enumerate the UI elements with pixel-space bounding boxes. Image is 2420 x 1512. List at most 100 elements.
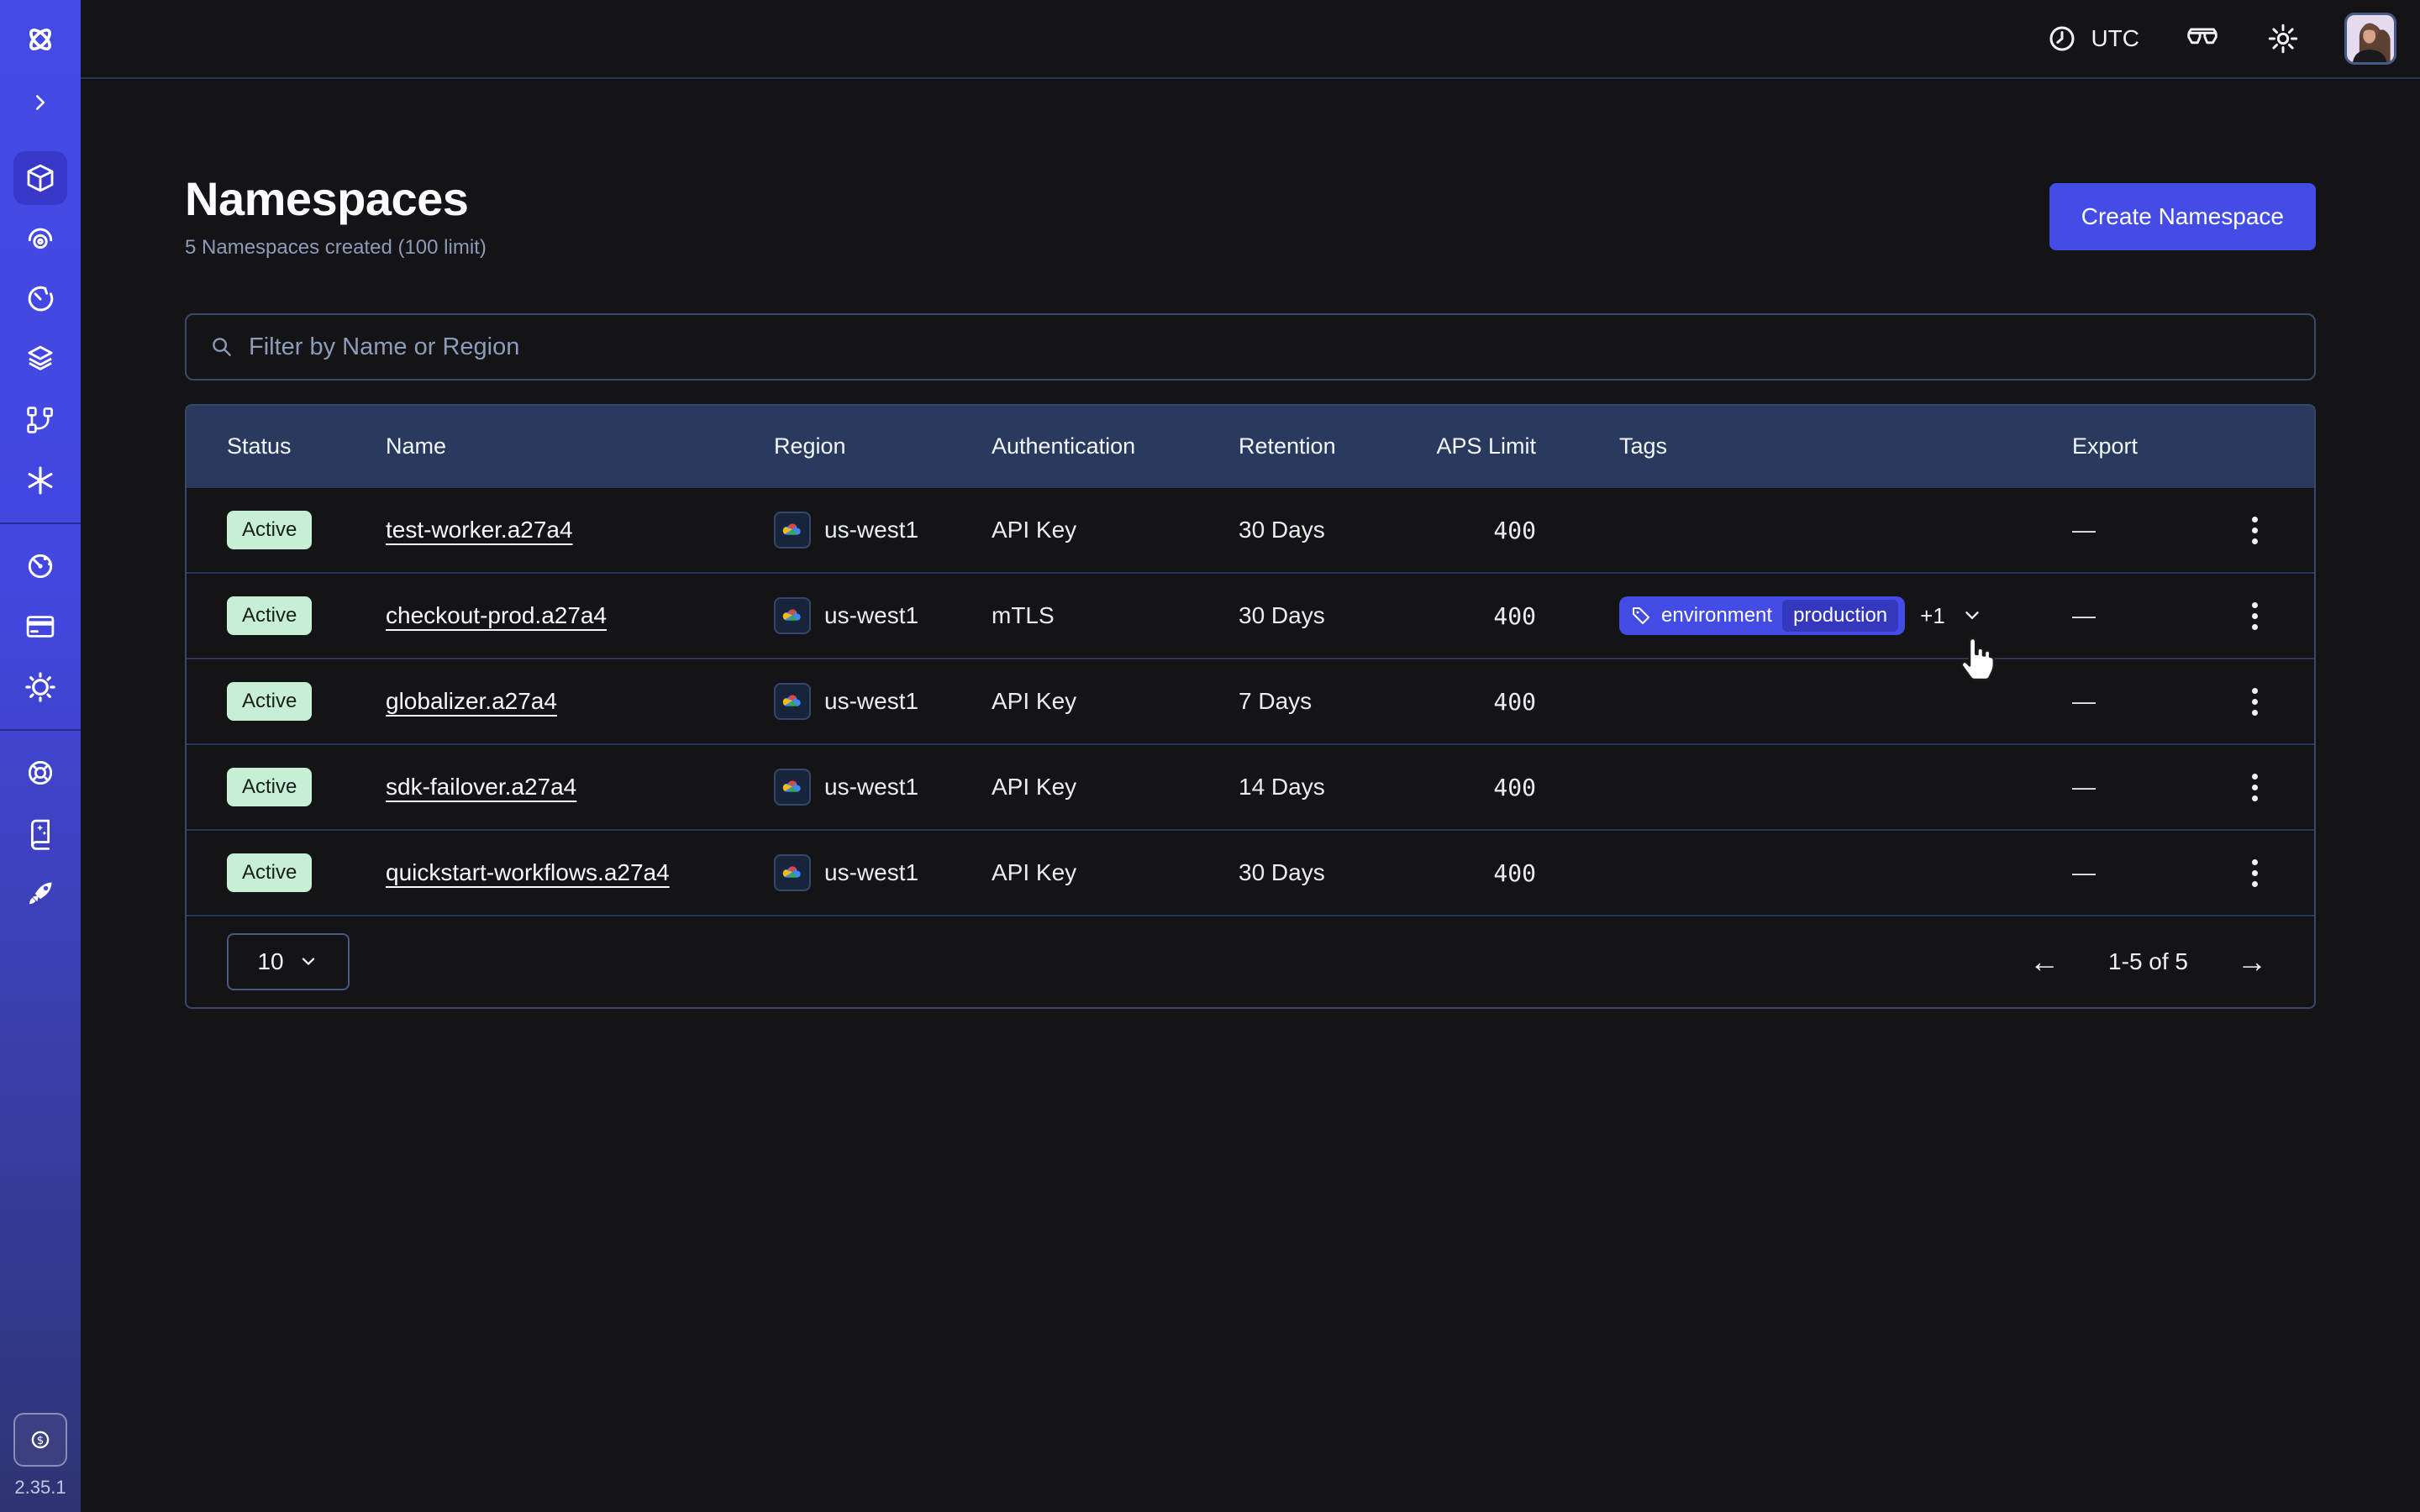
name-cell: test-worker.a27a4 [386, 517, 774, 543]
tag-expand-toggle[interactable] [1960, 604, 1984, 627]
column-header-name: Name [386, 433, 774, 459]
timezone-label: UTC [2091, 25, 2139, 52]
layers-icon [23, 342, 58, 377]
status-cell: Active [227, 596, 386, 635]
sidebar-item-deployments[interactable] [13, 333, 67, 386]
table-body: Active test-worker.a27a4 [187, 486, 2314, 915]
gcp-cloud-icon [774, 769, 811, 806]
sidebar-nav-primary [0, 148, 81, 511]
user-avatar[interactable] [2344, 13, 2396, 65]
lifebuoy-icon [23, 755, 58, 790]
namespace-link[interactable]: test-worker.a27a4 [386, 517, 573, 543]
namespace-link[interactable]: sdk-failover.a27a4 [386, 774, 576, 800]
column-header-aps-limit: APS Limit [1432, 433, 1536, 459]
row-actions-menu[interactable] [2244, 765, 2266, 810]
status-cell: Active [227, 682, 386, 721]
row-actions-menu[interactable] [2244, 508, 2266, 553]
export-cell: — [2072, 774, 2195, 801]
namespaces-table: Status Name Region Authentication Retent… [185, 404, 2316, 1009]
book-sparkles-icon [23, 816, 58, 851]
table-row: Active sdk-failover.a27a4 [187, 743, 2314, 829]
namespace-link[interactable]: quickstart-workflows.a27a4 [386, 859, 670, 885]
sidebar-divider [0, 729, 81, 731]
rocket-icon [23, 876, 58, 911]
column-header-export: Export [2072, 433, 2195, 459]
name-cell: quickstart-workflows.a27a4 [386, 859, 774, 886]
price-tag-icon: $ [24, 1424, 56, 1456]
row-actions-menu[interactable] [2244, 680, 2266, 724]
sidebar-item-getting-started[interactable] [13, 867, 67, 921]
next-page-button[interactable]: → [2237, 944, 2267, 979]
sidebar-item-support[interactable] [13, 746, 67, 800]
pagination: ← 1-5 of 5 → [2029, 944, 2267, 979]
authentication-cell: API Key [992, 517, 1239, 543]
filter-bar[interactable] [185, 313, 2316, 381]
page-size-select[interactable]: 10 [227, 933, 350, 990]
sidebar-item-namespaces[interactable] [13, 151, 67, 205]
pricing-button[interactable]: $ [13, 1413, 67, 1467]
sidebar-item-nexus[interactable] [13, 454, 67, 507]
retention-cell: 30 Days [1239, 602, 1432, 629]
asterisk-icon [23, 463, 58, 498]
retention-cell: 30 Days [1239, 859, 1432, 886]
region-label: us-west1 [824, 774, 918, 801]
retention-cell: 14 Days [1239, 774, 1432, 801]
eye-rings-icon [23, 221, 58, 256]
export-cell: — [2072, 517, 2195, 543]
region-cell: us-west1 [774, 512, 992, 549]
region-cell: us-west1 [774, 683, 992, 720]
column-header-retention: Retention [1239, 433, 1432, 459]
region-label: us-west1 [824, 517, 918, 543]
tag-value: production [1782, 600, 1898, 632]
export-cell: — [2072, 602, 2195, 629]
sidebar-nav-account [0, 536, 81, 717]
region-cell: us-west1 [774, 854, 992, 891]
region-label: us-west1 [824, 688, 918, 715]
column-header-status: Status [227, 433, 386, 459]
table-header-row: Status Name Region Authentication Retent… [187, 406, 2314, 486]
prev-page-button[interactable]: ← [2029, 944, 2060, 979]
table-row: Active globalizer.a27a4 [187, 658, 2314, 743]
status-cell: Active [227, 853, 386, 892]
filter-input[interactable] [249, 333, 2292, 361]
export-cell: — [2072, 859, 2195, 886]
sidebar-item-docs[interactable] [13, 806, 67, 860]
sidebar-item-batch-operations[interactable] [13, 393, 67, 447]
status-cell: Active [227, 511, 386, 549]
credit-card-icon [23, 609, 58, 644]
main-content: Namespaces 5 Namespaces created (100 lim… [81, 79, 2420, 1512]
table-row: Active test-worker.a27a4 [187, 486, 2314, 572]
sidebar-item-schedules[interactable] [13, 272, 67, 326]
sidebar-item-billing[interactable] [13, 600, 67, 654]
create-namespace-button[interactable]: Create Namespace [2049, 183, 2316, 250]
chevron-down-icon [297, 951, 319, 973]
namespace-link[interactable]: checkout-prod.a27a4 [386, 602, 607, 628]
row-actions-menu[interactable] [2244, 851, 2266, 895]
sidebar-item-workflows[interactable] [13, 212, 67, 265]
tag-pill[interactable]: environment production [1619, 596, 1905, 635]
authentication-cell: API Key [992, 688, 1239, 715]
column-header-authentication: Authentication [992, 433, 1239, 459]
temporal-logo[interactable] [21, 0, 60, 79]
table-footer: 10 ← 1-5 of 5 → [187, 915, 2314, 1007]
branch-icon [23, 402, 58, 438]
region-cell: us-west1 [774, 597, 992, 634]
sidebar-item-settings[interactable] [13, 660, 67, 714]
sidebar-divider [0, 522, 81, 524]
row-actions-menu[interactable] [2244, 594, 2266, 638]
name-cell: globalizer.a27a4 [386, 688, 774, 715]
aps-limit-cell: 400 [1432, 517, 1536, 544]
sidebar-item-usage[interactable] [13, 539, 67, 593]
namespace-link[interactable]: globalizer.a27a4 [386, 688, 557, 714]
page-header: Namespaces 5 Namespaces created (100 lim… [185, 171, 2316, 260]
sidebar-collapse-toggle[interactable] [28, 79, 53, 126]
region-label: us-west1 [824, 859, 918, 886]
theme-toggle[interactable] [2265, 21, 2301, 56]
table-row: Active quickstart-workflows.a27a4 [187, 829, 2314, 915]
status-badge: Active [227, 853, 312, 892]
labs-toggle[interactable] [2183, 19, 2222, 58]
svg-text:$: $ [37, 1435, 45, 1447]
timezone-selector[interactable]: UTC [2045, 22, 2139, 55]
page-title: Namespaces [185, 171, 487, 226]
aps-limit-cell: 400 [1432, 859, 1536, 887]
